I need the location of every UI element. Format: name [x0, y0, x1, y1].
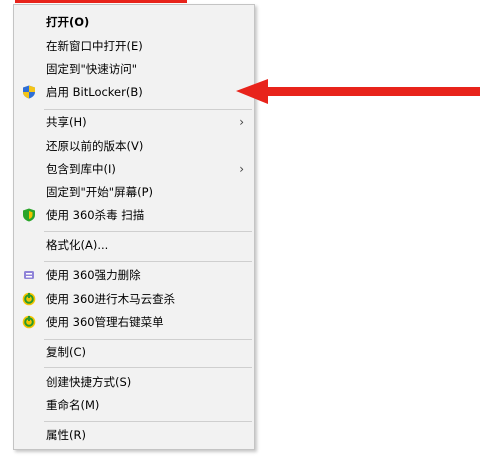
annotation-arrow — [236, 79, 480, 104]
